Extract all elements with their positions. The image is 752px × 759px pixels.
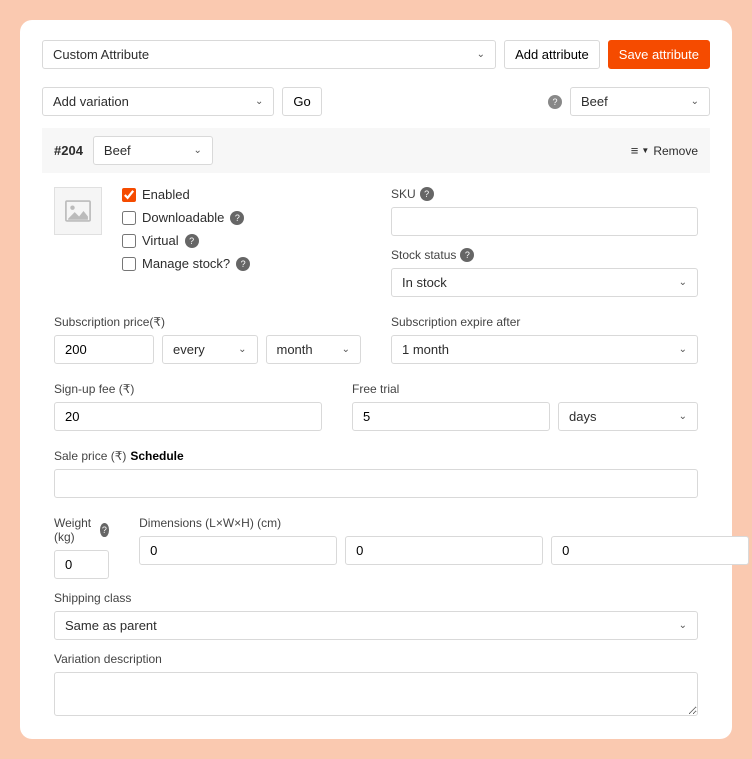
free-trial-input[interactable] [352, 402, 550, 431]
variation-attr-select[interactable]: Beef ⌄ [93, 136, 213, 165]
sub-price-input[interactable] [54, 335, 154, 364]
signup-fee-label: Sign-up fee (₹) [54, 382, 134, 396]
sub-expire-label: Subscription expire after [391, 315, 520, 329]
downloadable-label: Downloadable [142, 210, 224, 225]
manage-stock-checkbox[interactable] [122, 257, 136, 271]
add-variation-label: Add variation [53, 94, 129, 109]
chevron-down-icon: ⌄ [679, 620, 687, 631]
stock-status-select[interactable]: In stock ⌄ [391, 268, 698, 297]
free-trial-label: Free trial [352, 382, 399, 396]
sku-label: SKU [391, 187, 416, 201]
sku-input[interactable] [391, 207, 698, 236]
weight-label: Weight (kg) [54, 516, 96, 544]
free-trial-unit-select[interactable]: days ⌄ [558, 402, 698, 431]
enabled-checkbox[interactable] [122, 188, 136, 202]
reorder-icon: ≡ [631, 143, 638, 158]
description-textarea[interactable] [54, 672, 698, 716]
sub-expire-value: 1 month [402, 342, 449, 357]
default-variation-value: Beef [581, 94, 608, 109]
sub-period-value: month [277, 342, 313, 357]
caret-down-icon: ▼ [641, 146, 649, 155]
variation-attr-value: Beef [104, 143, 131, 158]
chevron-down-icon: ⌄ [342, 344, 350, 355]
dim-w-input[interactable] [345, 536, 543, 565]
chevron-down-icon: ⌄ [679, 344, 687, 355]
remove-label: Remove [653, 144, 698, 158]
sub-interval-select[interactable]: every ⌄ [162, 335, 258, 364]
chevron-down-icon: ⌄ [679, 277, 687, 288]
help-icon[interactable]: ? [185, 234, 199, 248]
dimensions-label: Dimensions (L×W×H) (cm) [139, 516, 281, 530]
virtual-label: Virtual [142, 233, 179, 248]
image-icon [64, 200, 92, 222]
add-variation-select[interactable]: Add variation ⌄ [42, 87, 274, 116]
go-button[interactable]: Go [282, 87, 321, 116]
help-icon[interactable]: ? [460, 248, 474, 262]
schedule-link[interactable]: Schedule [130, 449, 183, 463]
help-icon[interactable]: ? [230, 211, 244, 225]
custom-attribute-select[interactable]: Custom Attribute ⌄ [42, 40, 496, 69]
sub-interval-value: every [173, 342, 205, 357]
help-icon[interactable]: ? [420, 187, 434, 201]
help-icon[interactable]: ? [100, 523, 110, 537]
add-attribute-button[interactable]: Add attribute [504, 40, 600, 69]
sub-period-select[interactable]: month ⌄ [266, 335, 362, 364]
stock-status-value: In stock [402, 275, 447, 290]
signup-fee-input[interactable] [54, 402, 322, 431]
dim-h-input[interactable] [551, 536, 749, 565]
help-icon[interactable]: ? [236, 257, 250, 271]
variation-image-placeholder[interactable] [54, 187, 102, 235]
dim-l-input[interactable] [139, 536, 337, 565]
default-variation-select[interactable]: Beef ⌄ [570, 87, 710, 116]
chevron-down-icon: ⌄ [679, 411, 687, 422]
sale-price-label: Sale price (₹) [54, 449, 126, 463]
weight-input[interactable] [54, 550, 109, 579]
sale-price-input[interactable] [54, 469, 698, 498]
remove-variation-button[interactable]: ≡ ▼ Remove [631, 143, 698, 158]
shipping-class-value: Same as parent [65, 618, 157, 633]
sub-expire-select[interactable]: 1 month ⌄ [391, 335, 698, 364]
downloadable-checkbox[interactable] [122, 211, 136, 225]
variation-header: #204 Beef ⌄ ≡ ▼ Remove [42, 128, 710, 173]
description-label: Variation description [54, 652, 162, 666]
chevron-down-icon: ⌄ [477, 49, 485, 60]
virtual-checkbox[interactable] [122, 234, 136, 248]
chevron-down-icon: ⌄ [691, 96, 699, 107]
shipping-class-label: Shipping class [54, 591, 131, 605]
help-icon[interactable]: ? [548, 95, 562, 109]
sub-price-label: Subscription price(₹) [54, 315, 165, 329]
chevron-down-icon: ⌄ [194, 145, 202, 156]
manage-stock-label: Manage stock? [142, 256, 230, 271]
stock-status-label: Stock status [391, 248, 456, 262]
enabled-label: Enabled [142, 187, 190, 202]
custom-attribute-label: Custom Attribute [53, 47, 149, 62]
chevron-down-icon: ⌄ [255, 96, 263, 107]
save-attribute-button[interactable]: Save attribute [608, 40, 710, 69]
variation-id: #204 [54, 143, 83, 158]
shipping-class-select[interactable]: Same as parent ⌄ [54, 611, 698, 640]
chevron-down-icon: ⌄ [238, 344, 246, 355]
free-trial-unit-value: days [569, 409, 596, 424]
